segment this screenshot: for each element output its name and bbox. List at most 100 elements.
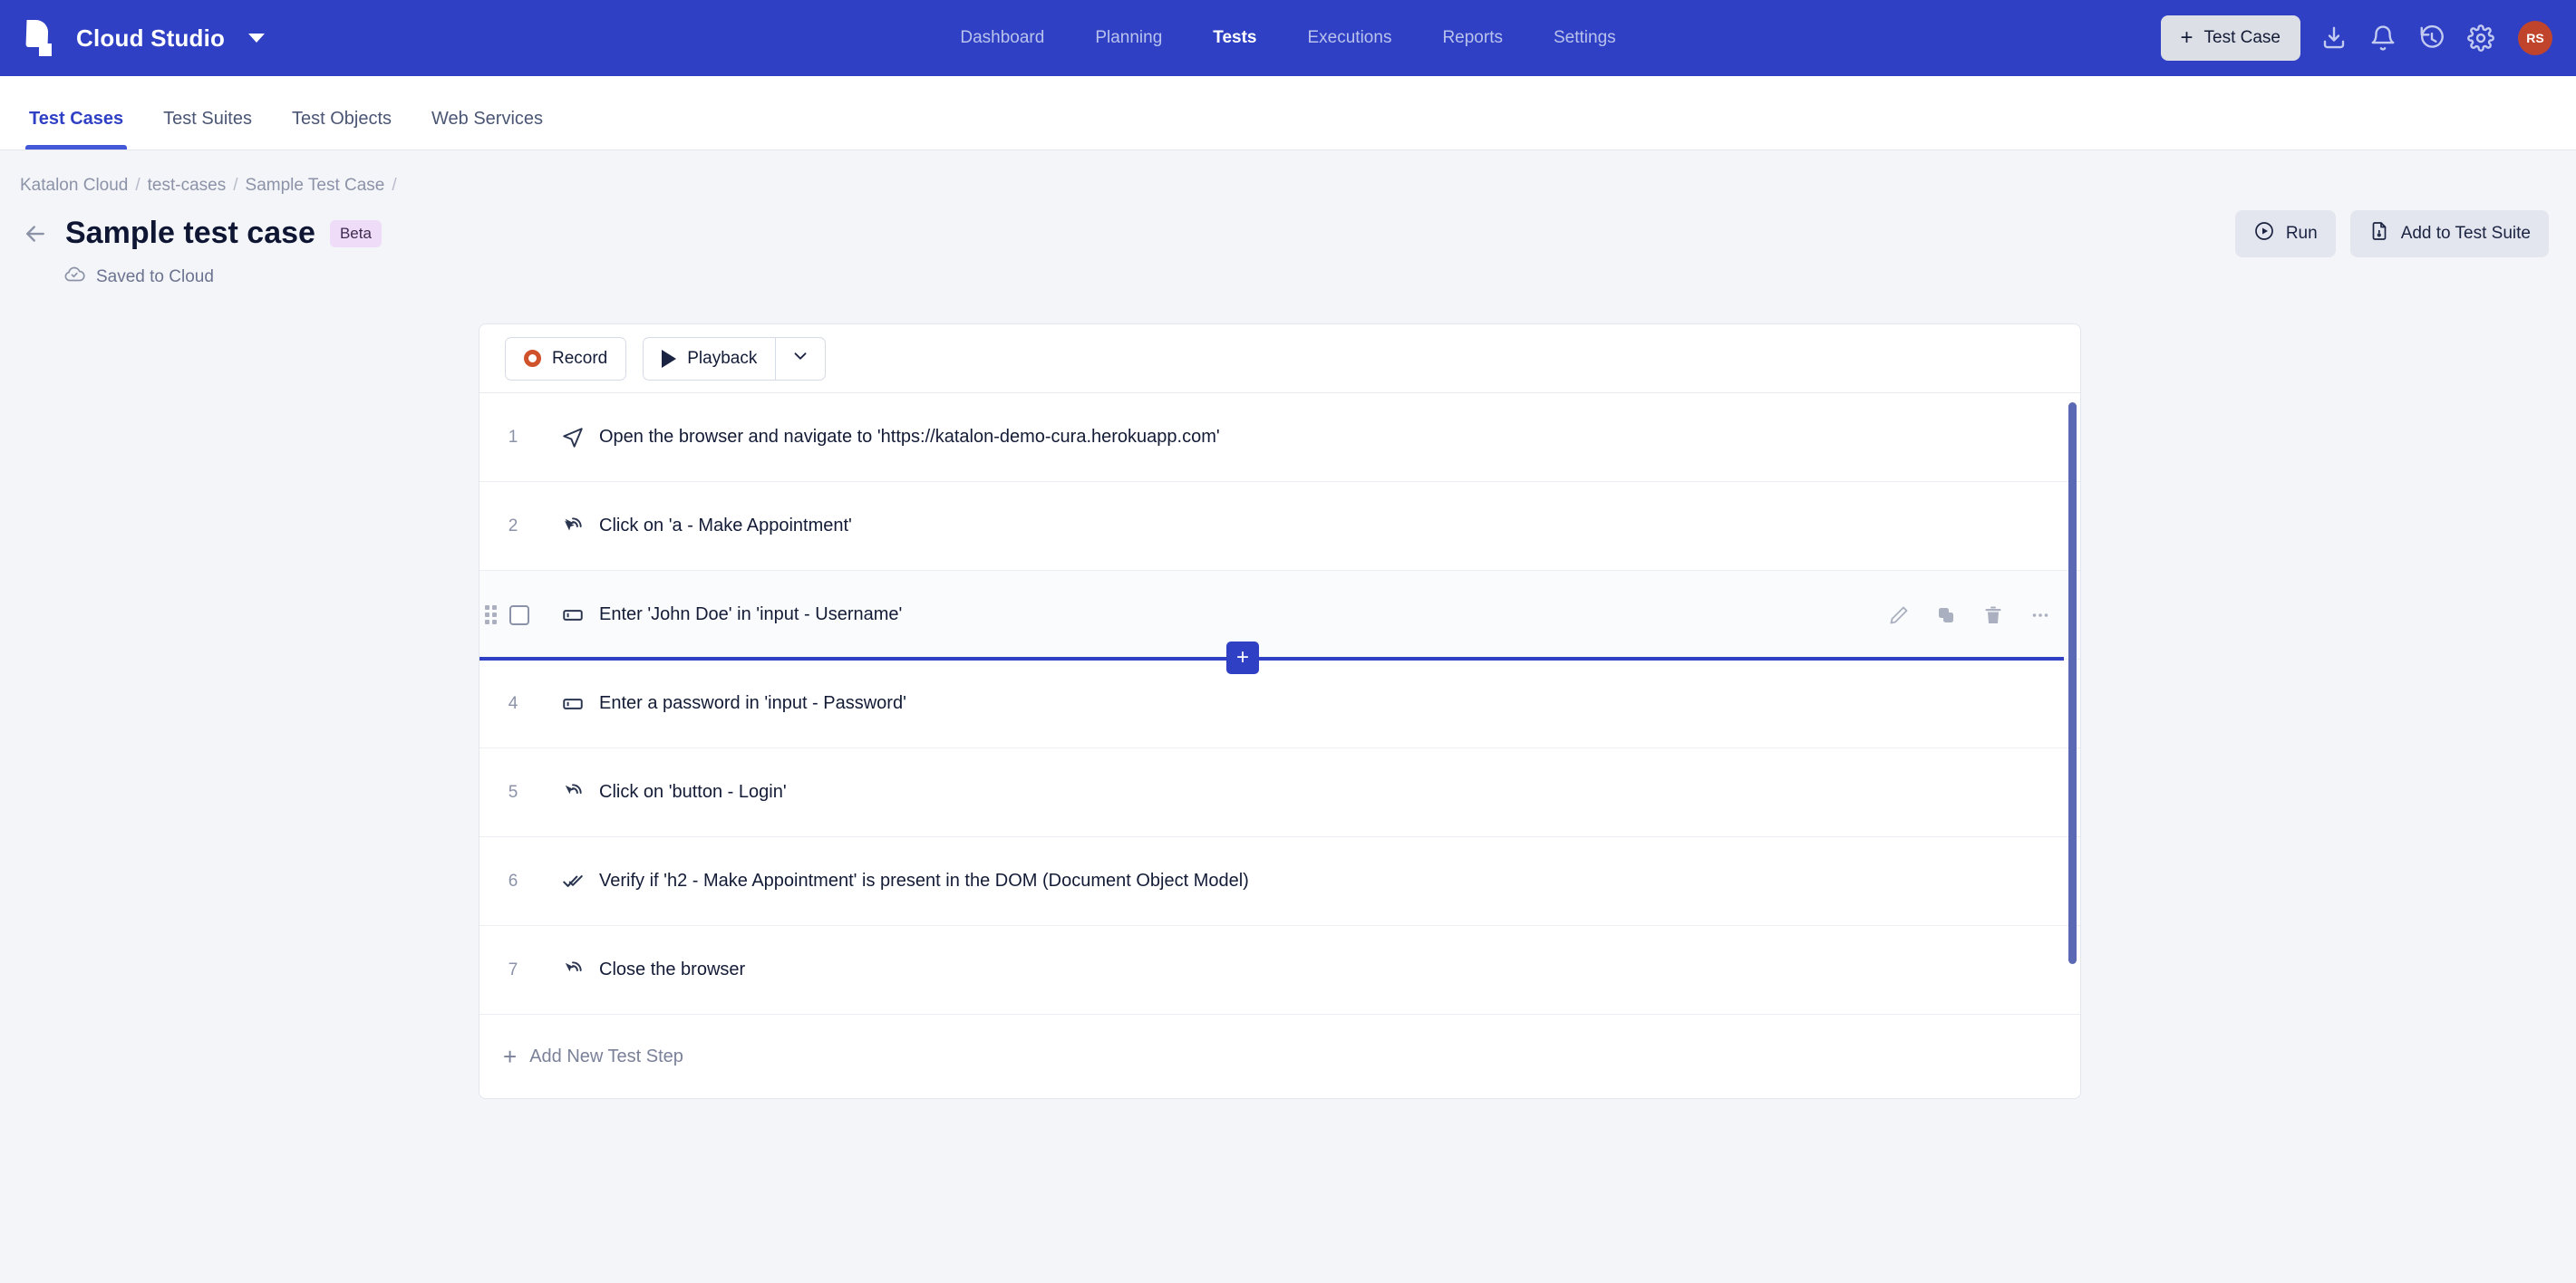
breadcrumb-separator: / bbox=[392, 176, 397, 195]
step-number: 1 bbox=[508, 427, 518, 447]
record-dot-icon bbox=[524, 350, 541, 367]
add-new-test-step-button[interactable]: + Add New Test Step bbox=[479, 1015, 2080, 1098]
nav-item-dashboard[interactable]: Dashboard bbox=[935, 19, 1070, 57]
nav-item-settings[interactable]: Settings bbox=[1528, 19, 1641, 57]
click-icon bbox=[547, 515, 599, 538]
breadcrumb-item-test-cases[interactable]: test-cases bbox=[148, 176, 227, 196]
nav-item-executions[interactable]: Executions bbox=[1283, 19, 1418, 57]
table-row[interactable]: 6 Verify if 'h2 - Make Appointment' is p… bbox=[479, 837, 2080, 926]
page-title: Sample test case bbox=[65, 216, 315, 250]
breadcrumb-separator: / bbox=[135, 176, 140, 195]
nav-item-planning[interactable]: Planning bbox=[1070, 19, 1187, 57]
record-label: Record bbox=[552, 348, 608, 368]
playback-label: Playback bbox=[687, 348, 758, 368]
step-number: 5 bbox=[508, 782, 518, 802]
plus-icon: + bbox=[503, 1043, 518, 1070]
title-row: Sample test case Beta bbox=[20, 216, 2538, 251]
step-description: Close the browser bbox=[599, 960, 746, 979]
add-to-test-suite-label: Add to Test Suite bbox=[2400, 224, 2531, 243]
status-badge: Beta bbox=[329, 219, 382, 247]
arrow-left-icon[interactable] bbox=[20, 218, 51, 249]
play-circle-icon bbox=[2253, 220, 2275, 247]
more-icon[interactable] bbox=[2029, 604, 2051, 626]
tab-test-suites[interactable]: Test Suites bbox=[143, 109, 272, 150]
brand-chevron-down-icon[interactable] bbox=[248, 34, 266, 43]
table-row[interactable]: 2 Click on 'a - Make Appointment' bbox=[479, 482, 2080, 571]
chevron-down-icon bbox=[790, 346, 810, 371]
step-number: 4 bbox=[508, 693, 518, 713]
main-content: Record Playback 1 Open the browser and n… bbox=[0, 291, 2576, 1283]
run-label: Run bbox=[2285, 224, 2318, 243]
step-description: Click on 'a - Make Appointment' bbox=[599, 516, 852, 535]
table-row[interactable]: 5 Click on 'button - Login' bbox=[479, 748, 2080, 837]
tab-test-objects[interactable]: Test Objects bbox=[272, 109, 412, 150]
table-row[interactable]: Enter 'John Doe' in 'input - Username' + bbox=[479, 571, 2080, 674]
step-number: 6 bbox=[508, 871, 518, 891]
input-icon bbox=[547, 603, 599, 627]
verify-icon bbox=[547, 870, 599, 893]
play-icon bbox=[662, 349, 677, 368]
edit-icon[interactable] bbox=[1888, 604, 1910, 626]
editor-toolbar: Record Playback bbox=[479, 324, 2080, 393]
breadcrumb-item-sample-test-case[interactable]: Sample Test Case bbox=[246, 176, 385, 196]
step-number: 2 bbox=[508, 516, 518, 535]
download-icon[interactable] bbox=[2319, 23, 2349, 53]
nav-right-group: + Test Case RS bbox=[2160, 15, 2552, 61]
playback-button[interactable]: Playback bbox=[643, 336, 776, 381]
plus-icon: + bbox=[2180, 25, 2193, 50]
step-description: Enter 'John Doe' in 'input - Username' bbox=[599, 604, 903, 624]
duplicate-icon[interactable] bbox=[1935, 604, 1957, 626]
avatar[interactable]: RS bbox=[2518, 21, 2552, 55]
nav-item-reports[interactable]: Reports bbox=[1417, 19, 1528, 57]
run-button[interactable]: Run bbox=[2234, 210, 2336, 257]
bell-icon[interactable] bbox=[2368, 23, 2398, 53]
top-navigation-bar: Cloud Studio Dashboard Planning Tests Ex… bbox=[0, 0, 2576, 76]
delete-icon[interactable] bbox=[1982, 604, 2004, 626]
tab-web-services[interactable]: Web Services bbox=[412, 109, 563, 150]
row-handle-cell bbox=[479, 604, 547, 625]
page-header: Katalon Cloud / test-cases / Sample Test… bbox=[0, 150, 2576, 291]
table-row[interactable]: 7 Close the browser bbox=[479, 926, 2080, 1015]
cloud-check-icon bbox=[63, 264, 85, 291]
insert-step-button[interactable]: + bbox=[1226, 642, 1259, 674]
steps-scrollbar[interactable] bbox=[2068, 397, 2077, 1095]
nav-item-tests[interactable]: Tests bbox=[1187, 19, 1282, 57]
main-menu: Dashboard Planning Tests Executions Repo… bbox=[935, 19, 1641, 57]
playback-dropdown-button[interactable] bbox=[775, 336, 827, 381]
table-row[interactable]: 4 Enter a password in 'input - Password' bbox=[479, 660, 2080, 748]
step-description: Enter a password in 'input - Password' bbox=[599, 693, 906, 713]
katalon-logo-icon bbox=[24, 20, 56, 56]
test-steps-list: 1 Open the browser and navigate to 'http… bbox=[479, 393, 2080, 1098]
add-to-test-suite-button[interactable]: Add to Test Suite bbox=[2349, 210, 2549, 257]
input-icon bbox=[547, 692, 599, 716]
breadcrumb: Katalon Cloud / test-cases / Sample Test… bbox=[20, 176, 2538, 196]
table-row[interactable]: 1 Open the browser and navigate to 'http… bbox=[479, 393, 2080, 482]
breadcrumb-separator: / bbox=[233, 176, 238, 195]
gear-icon[interactable] bbox=[2465, 23, 2496, 53]
step-checkbox[interactable] bbox=[509, 604, 529, 625]
drag-handle-icon[interactable] bbox=[485, 605, 497, 624]
create-test-case-button[interactable]: + Test Case bbox=[2160, 15, 2300, 61]
step-description: Click on 'button - Login' bbox=[599, 782, 787, 802]
create-test-case-label: Test Case bbox=[2203, 28, 2281, 47]
save-status-label: Saved to Cloud bbox=[96, 267, 214, 286]
brand-name: Cloud Studio bbox=[76, 24, 226, 52]
navigate-icon bbox=[547, 426, 599, 449]
save-status: Saved to Cloud bbox=[63, 264, 2538, 291]
file-test-icon bbox=[2368, 220, 2390, 247]
brand-area[interactable]: Cloud Studio bbox=[24, 20, 266, 56]
breadcrumb-item-katalon-cloud[interactable]: Katalon Cloud bbox=[20, 176, 128, 196]
header-actions: Run Add to Test Suite bbox=[2234, 210, 2549, 257]
scrollbar-thumb[interactable] bbox=[2068, 402, 2077, 964]
row-actions bbox=[1888, 604, 2057, 626]
add-new-test-step-label: Add New Test Step bbox=[529, 1046, 683, 1066]
step-description: Verify if 'h2 - Make Appointment' is pre… bbox=[599, 871, 1249, 891]
step-description: Open the browser and navigate to 'https:… bbox=[599, 427, 1220, 447]
record-button[interactable]: Record bbox=[505, 336, 627, 381]
playback-split-button: Playback bbox=[643, 336, 827, 381]
tab-test-cases[interactable]: Test Cases bbox=[9, 109, 143, 150]
test-steps-editor: Record Playback 1 Open the browser and n… bbox=[479, 323, 2081, 1099]
history-icon[interactable] bbox=[2416, 23, 2447, 53]
step-number: 7 bbox=[508, 960, 518, 979]
click-icon bbox=[547, 959, 599, 982]
